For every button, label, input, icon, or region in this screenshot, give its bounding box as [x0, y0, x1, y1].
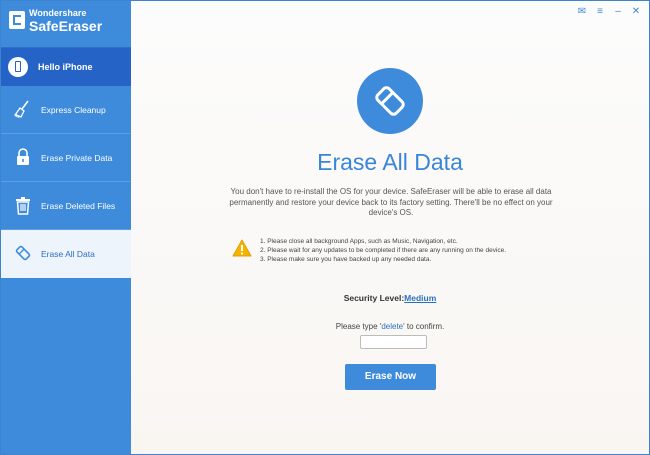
confirm-instruction: Please type 'delete' to confirm. [131, 322, 649, 331]
confirm-prefix: Please type ' [335, 322, 382, 331]
window-controls: ✉ ≡ – ✕ [577, 6, 641, 20]
brand-maker: Wondershare [29, 8, 87, 18]
confirm-keyword: delete [381, 322, 404, 331]
trash-icon [16, 197, 30, 215]
feedback-icon[interactable]: ✉ [577, 6, 587, 18]
warning-box: 1. Please close all background Apps, suc… [232, 237, 562, 267]
confirm-suffix: ' to confirm. [403, 322, 445, 331]
app-logo-icon [9, 11, 25, 29]
page-description: You don't have to re-install the OS for … [229, 187, 553, 217]
sidebar: Wondershare SafeEraser Hello iPhone Expr… [1, 1, 131, 454]
erase-now-button[interactable]: Erase Now [345, 364, 436, 390]
warning-icon [232, 239, 252, 257]
sidebar-item-erase-private-data[interactable]: Erase Private Data [1, 134, 131, 182]
warning-item: 3. Please make sure you have backed up a… [260, 256, 432, 263]
app-window: Wondershare SafeEraser Hello iPhone Expr… [0, 0, 650, 455]
minimize-icon[interactable]: – [613, 6, 623, 18]
sidebar-item-label: Erase Private Data [41, 153, 113, 163]
phone-icon [8, 57, 28, 77]
sidebar-item-erase-all-data[interactable]: Erase All Data [1, 230, 131, 278]
security-label: Security Level: [343, 293, 405, 303]
sidebar-item-erase-deleted-files[interactable]: Erase Deleted Files [1, 182, 131, 230]
close-icon[interactable]: ✕ [631, 6, 641, 18]
warning-list: 1. Please close all background Apps, suc… [260, 237, 506, 264]
broom-icon [13, 100, 29, 119]
security-level-link[interactable]: Medium [404, 293, 436, 303]
sidebar-device[interactable]: Hello iPhone [1, 47, 131, 86]
sidebar-item-label: Erase Deleted Files [41, 201, 116, 211]
lock-icon [17, 148, 29, 165]
warning-item: 2. Please wait for any updates to be com… [260, 247, 507, 254]
main-panel: ✉ ≡ – ✕ Erase All Data You don't have to… [131, 1, 649, 454]
confirm-input[interactable] [360, 335, 427, 349]
warning-item: 1. Please close all background Apps, suc… [260, 238, 458, 245]
sidebar-item-express-cleanup[interactable]: Express Cleanup [1, 86, 131, 134]
eraser-hero-icon [357, 68, 423, 134]
device-label: Hello iPhone [38, 62, 93, 72]
eraser-icon [15, 245, 31, 261]
page-title: Erase All Data [317, 149, 463, 175]
brand: Wondershare SafeEraser [1, 1, 131, 47]
sidebar-item-label: Erase All Data [41, 249, 95, 259]
sidebar-item-label: Express Cleanup [41, 105, 106, 115]
security-level: Security Level:Medium [131, 293, 649, 303]
brand-name: SafeEraser [29, 18, 103, 34]
menu-icon[interactable]: ≡ [595, 6, 605, 18]
